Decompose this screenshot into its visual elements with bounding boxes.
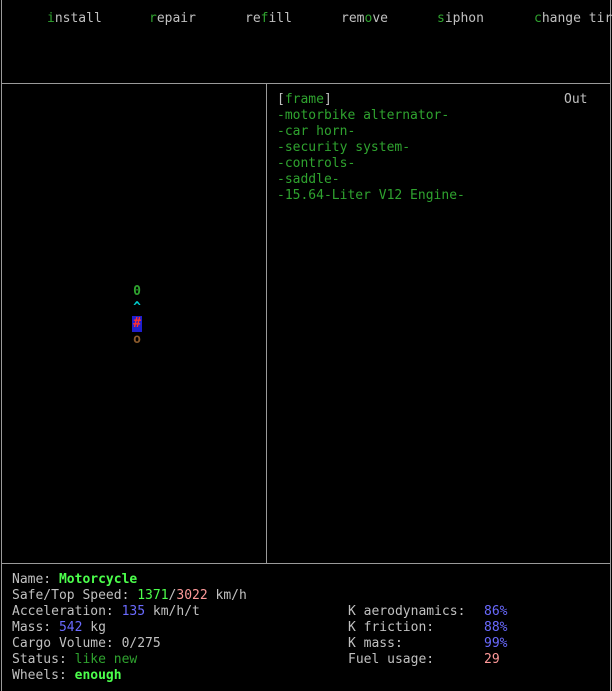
menu-repair[interactable]: repair	[149, 11, 196, 27]
selection-bracket-close: ]	[323, 92, 332, 107]
name-label: Name:	[12, 572, 52, 587]
acceleration-unit: km/h/t	[152, 604, 200, 619]
part-name: 15.64-Liter V12 Engine	[284, 188, 458, 203]
stat-speed: Safe/Top Speed: 1371/3022 km/h	[12, 588, 247, 604]
mass-value: 542	[58, 620, 83, 635]
menu-refill[interactable]: refill	[245, 11, 292, 27]
k-friction-value: 88%	[484, 620, 508, 635]
menu-install-label: nstall	[54, 11, 102, 26]
k-mass-value: 99%	[484, 636, 508, 651]
vehicle-tile-controls[interactable]: ^	[132, 300, 142, 316]
menu-refill-label: ill	[268, 11, 292, 26]
fuel-usage-label: Fuel usage:	[348, 652, 435, 667]
part-row[interactable]: -motorbike alternator-	[277, 108, 449, 124]
stat-mass: Mass: 542 kg	[12, 620, 106, 636]
part-name: car horn	[284, 124, 348, 139]
stat-name: Name: Motorcycle	[12, 572, 137, 588]
acceleration-label: Acceleration:	[12, 604, 114, 619]
stat-status: Status: like new	[12, 652, 137, 668]
menu-change-hotkey: c	[534, 11, 542, 26]
part-row[interactable]: -security system-	[277, 140, 410, 156]
part-name: saddle	[284, 172, 332, 187]
menu-change-label: hange tir	[541, 11, 612, 26]
vehicle-stats-pane: Name: Motorcycle Safe/Top Speed: 1371/30…	[1, 563, 611, 691]
cargo-value: 0/275	[121, 636, 161, 651]
part-row[interactable]: -car horn-	[277, 124, 355, 140]
k-friction-label: K friction:	[348, 620, 435, 635]
menu-remove[interactable]: remove	[341, 11, 388, 27]
top-speed-value: 3022	[176, 588, 208, 603]
wheels-label: Wheels:	[12, 668, 67, 683]
action-menu-bar: install repair refill remove siphon chan…	[1, 0, 612, 84]
fuel-usage-value: 29	[484, 652, 500, 667]
stat-cargo: Cargo Volume: 0/275	[12, 636, 161, 652]
speed-label: Safe/Top Speed:	[12, 588, 130, 603]
status-label: Status:	[12, 652, 67, 667]
vehicle-tile-frame-cursor[interactable]: #	[132, 316, 142, 332]
menu-repair-label: epair	[156, 11, 196, 26]
vehicle-tile-wheel-front[interactable]: 0	[132, 284, 142, 300]
stat-fuel-usage: Fuel usage:	[348, 652, 434, 668]
status-value: like new	[74, 652, 138, 667]
wheel-rear-glyph: o	[133, 332, 141, 347]
part-row[interactable]: -controls-	[277, 156, 355, 172]
part-name: security system	[284, 140, 403, 155]
menu-install[interactable]: install	[47, 11, 102, 27]
name-value: Motorcycle	[58, 572, 138, 587]
stat-wheels: Wheels: enough	[12, 668, 122, 684]
vehicle-layout-pane: 0 ^ # o	[1, 83, 267, 564]
stat-k-mass: K mass:	[348, 636, 403, 652]
menu-remove-prefix: rem	[341, 11, 365, 26]
k-mass-label: K mass:	[348, 636, 403, 651]
part-name: frame	[284, 92, 324, 107]
menu-change-tire[interactable]: change tir	[534, 11, 612, 27]
vehicle-tile-wheel-rear[interactable]: o	[132, 332, 142, 348]
part-name: motorbike alternator	[284, 108, 442, 123]
mass-label: Mass:	[12, 620, 52, 635]
speed-unit: km/h	[215, 588, 247, 603]
stat-k-friction: K friction:	[348, 620, 434, 636]
safe-speed-value: 1371	[137, 588, 169, 603]
menu-refill-prefix: re	[245, 11, 261, 26]
part-name: controls	[284, 156, 348, 171]
part-row-selected[interactable]: [frame]	[277, 92, 332, 108]
wheel-front-glyph: 0	[133, 284, 141, 299]
wheels-value: enough	[74, 668, 122, 683]
menu-repair-hotkey: r	[149, 11, 157, 26]
stat-k-aerodynamics: K aerodynamics:	[348, 604, 465, 620]
cargo-label: Cargo Volume:	[12, 636, 114, 651]
k-aero-value: 86%	[484, 604, 508, 619]
menu-siphon-label: iphon	[444, 11, 484, 26]
k-aero-label: K aerodynamics:	[348, 604, 466, 619]
menu-install-hotkey: i	[47, 11, 55, 26]
menu-siphon[interactable]: siphon	[437, 11, 484, 27]
stat-acceleration: Acceleration: 135 km/h/t	[12, 604, 200, 620]
parts-list-pane: [frame] Out -motorbike alternator- -car …	[266, 83, 611, 564]
menu-siphon-hotkey: s	[437, 11, 445, 26]
controls-glyph: ^	[133, 300, 141, 315]
acceleration-value: 135	[121, 604, 146, 619]
part-row[interactable]: -15.64-Liter V12 Engine-	[277, 188, 465, 204]
menu-remove-label: ve	[372, 11, 388, 26]
selection-bracket-open: [	[277, 92, 285, 107]
part-row[interactable]: -saddle-	[277, 172, 340, 188]
frame-cursor-glyph: #	[133, 316, 141, 331]
mass-unit: kg	[90, 620, 106, 635]
part-status-label: Out	[564, 92, 588, 107]
